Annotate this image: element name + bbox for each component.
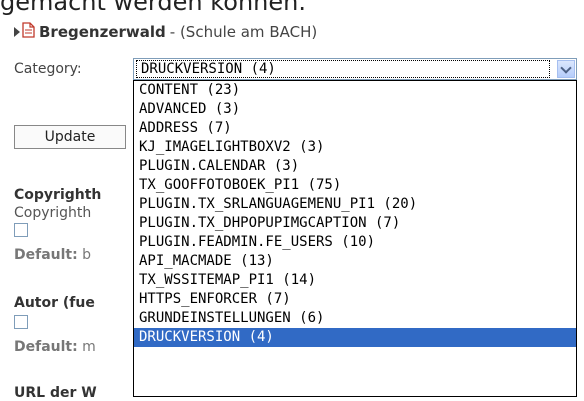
- field-copyright-default: Default: b: [14, 247, 91, 263]
- dropdown-option[interactable]: HTTPS_ENFORCER (7): [134, 290, 576, 309]
- dropdown-option[interactable]: ADDRESS (7): [134, 119, 576, 138]
- dropdown-option[interactable]: ADVANCED (3): [134, 100, 576, 119]
- field-copyright-description: Copyrighth: [14, 205, 92, 221]
- page-title-name: Bregenzerwald: [39, 23, 166, 41]
- dropdown-option[interactable]: PLUGIN.TX_DHPOPUPIMGCAPTION (7): [134, 214, 576, 233]
- field-author-checkbox[interactable]: [14, 315, 28, 329]
- default-label: Default:: [14, 339, 78, 355]
- dropdown-option-selected[interactable]: DRUCKVERSION (4): [134, 328, 576, 347]
- dropdown-option[interactable]: PLUGIN.TX_SRLANGUAGEMENU_PI1 (20): [134, 195, 576, 214]
- default-value: m: [82, 339, 96, 355]
- update-button[interactable]: Update: [14, 125, 126, 149]
- field-author-default: Default: m: [14, 339, 96, 355]
- category-dropdown-list[interactable]: CONTENT (23) ADVANCED (3) ADDRESS (7) KJ…: [133, 80, 577, 397]
- dropdown-option[interactable]: CONTENT (23): [134, 81, 576, 100]
- field-copyright-checkbox[interactable]: [14, 223, 28, 237]
- page-intro-text: gemacht werden können.: [0, 0, 306, 16]
- default-label: Default:: [14, 247, 78, 263]
- dropdown-option[interactable]: KJ_IMAGELIGHTBOXV2 (3): [134, 138, 576, 157]
- category-select-value[interactable]: DRUCKVERSION (4): [136, 60, 550, 78]
- field-author-title: Autor (fue: [14, 295, 95, 311]
- dropdown-option[interactable]: GRUNDEINSTELLUNGEN (6): [134, 309, 576, 328]
- dropdown-button[interactable]: [557, 60, 575, 78]
- category-select[interactable]: DRUCKVERSION (4): [133, 58, 577, 80]
- page-icon: [22, 22, 35, 42]
- dropdown-option[interactable]: API_MACMADE (13): [134, 252, 576, 271]
- field-copyright-title: Copyrighth: [14, 187, 102, 203]
- page-title: Bregenzerwald - (Schule am BACH): [14, 20, 317, 44]
- dropdown-option[interactable]: PLUGIN.FEADMIN.FE_USERS (10): [134, 233, 576, 252]
- field-url-title: URL der W: [14, 385, 97, 401]
- dropdown-option[interactable]: TX_GOOFFOTOBOEK_PI1 (75): [134, 176, 576, 195]
- category-label: Category:: [14, 61, 82, 77]
- default-value: b: [82, 247, 92, 263]
- expand-arrow-icon[interactable]: [14, 27, 20, 37]
- chevron-down-icon: [560, 61, 572, 74]
- dropdown-option[interactable]: TX_WSSITEMAP_PI1 (14): [134, 271, 576, 290]
- page-title-context: - (Schule am BACH): [169, 23, 318, 41]
- dropdown-option[interactable]: PLUGIN.CALENDAR (3): [134, 157, 576, 176]
